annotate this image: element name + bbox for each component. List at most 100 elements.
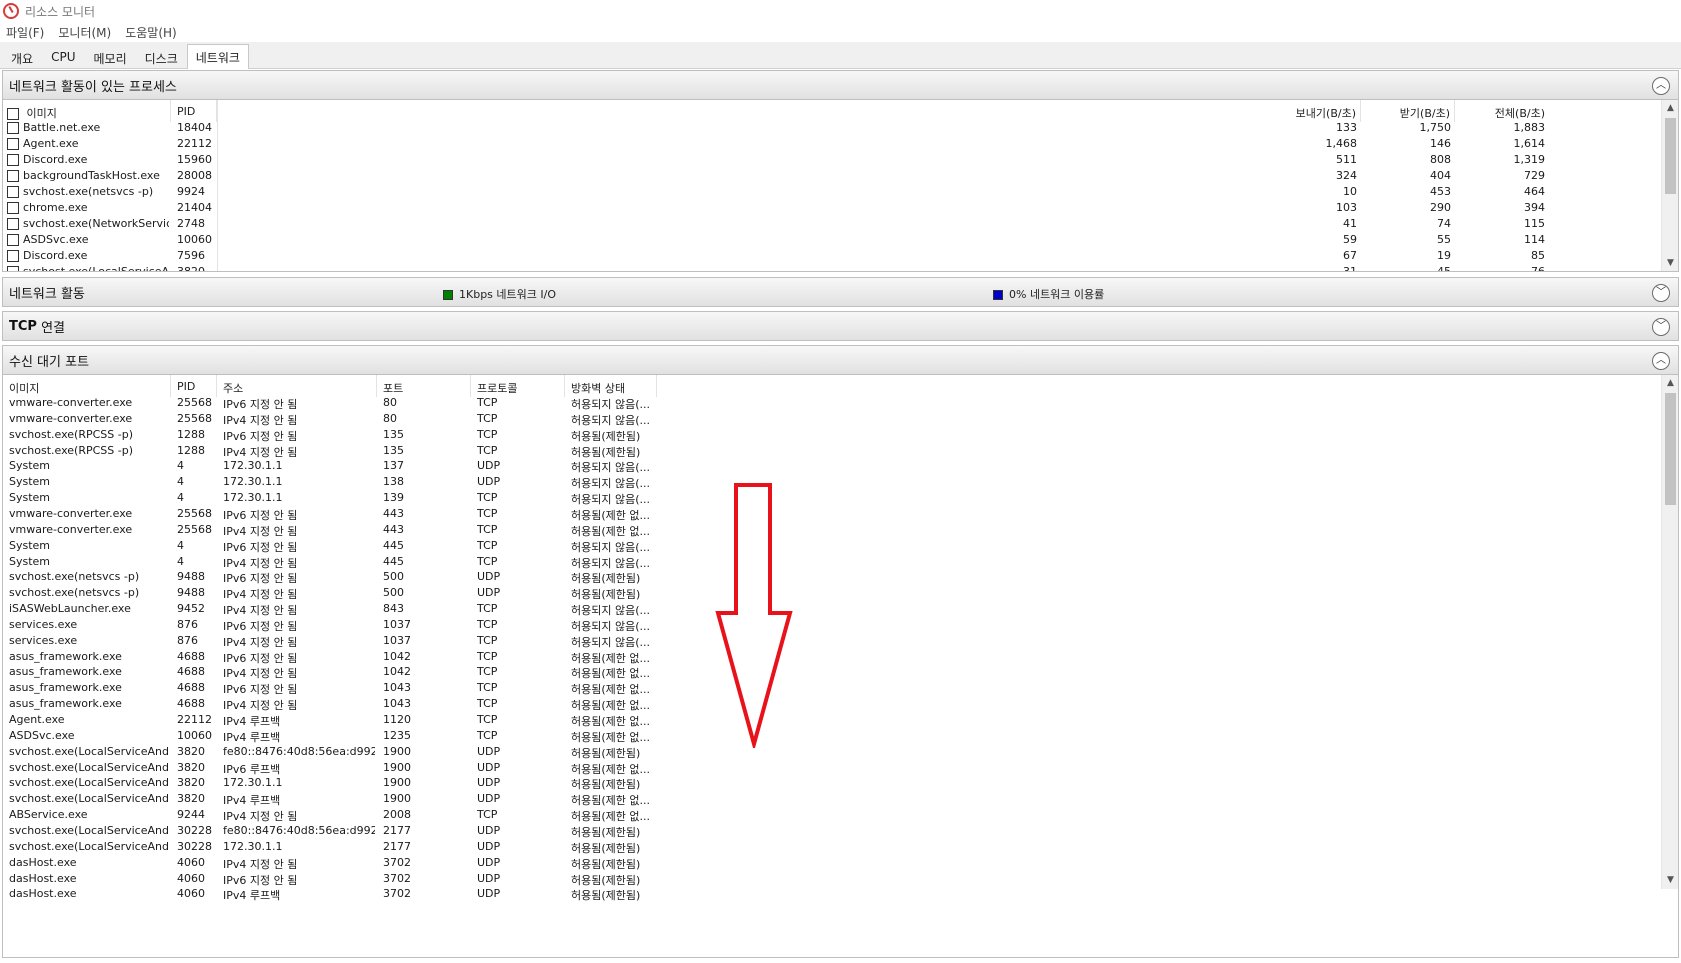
col-receive-header[interactable]: 받기(B/초) [1361, 100, 1455, 122]
table-row[interactable]: svchost.exe(LocalServiceAndNoI... 3820 IPv… [3, 760, 1678, 777]
tab-overview[interactable]: 개요 [2, 45, 42, 68]
table-row[interactable]: chrome.exe 21404 103 290 394 [3, 200, 1678, 217]
col-image-header[interactable]: 이미지 [3, 375, 171, 397]
table-row[interactable]: dasHost.exe 4060 IPv4 루프백 3702 UDP 허용됨(제한됨) [3, 886, 1678, 903]
table-row[interactable]: svchost.exe(LocalServiceAndNoI... 3820 172… [3, 775, 1678, 792]
tab-network[interactable]: 네트워크 [186, 44, 249, 69]
col-send-header[interactable]: 보내기(B/초) [1265, 100, 1361, 122]
col-total-header[interactable]: 전체(B/초) [1455, 100, 1549, 122]
scroll-up-icon[interactable]: ▲ [1662, 375, 1678, 392]
col-image-header[interactable]: 이미지 [3, 100, 171, 122]
scroll-down-icon[interactable]: ▼ [1662, 872, 1678, 889]
table-row[interactable]: svchost.exe(LocalServiceAndNoI... 30228 fe… [3, 823, 1678, 840]
col-pid-header[interactable]: PID [171, 100, 217, 122]
table-row[interactable]: Discord.exe 7596 67 19 85 [3, 248, 1678, 265]
tab-cpu[interactable]: CPU [42, 45, 84, 68]
table-row[interactable]: svchost.exe(LocalServiceAndNoI... 30228 17… [3, 839, 1678, 856]
listen-firewall: 허용됨(제한 없... [571, 794, 650, 808]
table-row[interactable]: dasHost.exe 4060 IPv4 지정 안 됨 3702 UDP 허용됨(제한됨… [3, 855, 1678, 872]
table-row[interactable]: asus_framework.exe 4688 IPv4 지정 안 됨 1043 TCP… [3, 696, 1678, 713]
tab-memory[interactable]: 메모리 [85, 45, 136, 68]
network-activity-section-header[interactable]: 네트워크 활동 1Kbps 네트워크 I/O 0% 네트워크 이용률 ﹀ [2, 277, 1679, 307]
col-firewall-header[interactable]: 방화벽 상태 [565, 375, 657, 397]
select-all-checkbox[interactable] [7, 108, 19, 120]
sort-ascending-icon: ^ [421, 375, 429, 381]
table-row[interactable]: Discord.exe 15960 511 808 1,319 [3, 152, 1678, 169]
listening-ports-section-header[interactable]: 수신 대기 포트 ︿ [2, 345, 1679, 375]
table-row[interactable]: ASDSvc.exe 10060 59 55 114 [3, 232, 1678, 249]
listen-port: 500 [383, 570, 404, 584]
listen-firewall: 허용됨(제한됨) [571, 572, 641, 586]
listening-scrollbar[interactable]: ▲ ▼ [1661, 375, 1678, 889]
table-row[interactable]: iSASWebLauncher.exe 9452 IPv4 지정 안 됨 843 TCP… [3, 601, 1678, 618]
scroll-thumb[interactable] [1665, 118, 1676, 194]
table-row[interactable]: services.exe 876 IPv4 지정 안 됨 1037 TCP 허용되지 않음… [3, 633, 1678, 650]
table-row[interactable]: vmware-converter.exe 25568 IPv6 지정 안 됨 80 TC… [3, 395, 1678, 412]
process-checkbox[interactable] [7, 202, 19, 214]
listen-protocol: UDP [477, 459, 501, 473]
table-row[interactable]: dasHost.exe 4060 IPv6 지정 안 됨 3702 UDP 허용됨(제한됨… [3, 871, 1678, 888]
table-row[interactable]: System 4 172.30.1.1 137 UDP 허용되지 않음(... [3, 458, 1678, 475]
listen-port: 1043 [383, 697, 411, 711]
menu-help[interactable]: 도움말(H) [125, 24, 177, 41]
table-row[interactable]: System 4 IPv6 지정 안 됨 445 TCP 허용되지 않음(... [3, 538, 1678, 555]
table-row[interactable]: svchost.exe(netsvcs -p) 9488 IPv4 지정 안 됨 50… [3, 585, 1678, 602]
scroll-thumb[interactable] [1665, 393, 1676, 505]
listen-port: 1235 [383, 728, 411, 742]
table-row[interactable]: vmware-converter.exe 25568 IPv6 지정 안 됨 443 T… [3, 506, 1678, 523]
process-checkbox[interactable] [7, 218, 19, 230]
table-row[interactable]: ASDSvc.exe 10060 IPv4 루프백 1235 TCP 허용됨(제한 없..… [3, 728, 1678, 745]
table-row[interactable]: svchost.exe(LocalServiceAndN... 3820 31 45 7… [3, 264, 1678, 271]
scroll-up-icon[interactable]: ▲ [1662, 100, 1678, 117]
col-address-header[interactable]: 주소 [217, 375, 377, 397]
scroll-down-icon[interactable]: ▼ [1662, 255, 1678, 271]
process-checkbox[interactable] [7, 250, 19, 262]
processes-scrollbar[interactable]: ▲ ▼ [1661, 100, 1678, 271]
tab-disk[interactable]: 디스크 [136, 45, 187, 68]
menu-file[interactable]: 파일(F) [6, 24, 44, 41]
table-row[interactable]: svchost.exe(NetworkService -... 2748 41 74 1… [3, 216, 1678, 233]
expand-chevron-icon[interactable]: ﹀ [1652, 284, 1670, 302]
listen-address: IPv6 지정 안 됨 [223, 873, 298, 887]
table-row[interactable]: svchost.exe(LocalServiceAndNoI... 3820 fe8… [3, 744, 1678, 761]
processes-section-header[interactable]: 네트워크 활동이 있는 프로세스 ︿ [2, 70, 1679, 100]
table-row[interactable]: Agent.exe 22112 1,468 146 1,614 [3, 136, 1678, 153]
process-checkbox[interactable] [7, 138, 19, 150]
table-row[interactable]: System 4 IPv4 지정 안 됨 445 TCP 허용되지 않음(... [3, 554, 1678, 571]
listen-pid: 1288 [177, 443, 205, 457]
process-image-cell: ASDSvc.exe [7, 233, 169, 246]
table-row[interactable]: Battle.net.exe 18404 133 1,750 1,883 [3, 120, 1678, 137]
col-port-header[interactable]: 포트 ^ [377, 375, 471, 397]
table-row[interactable]: backgroundTaskHost.exe 28008 324 404 729 [3, 168, 1678, 185]
table-row[interactable]: System 4 172.30.1.1 138 UDP 허용되지 않음(... [3, 474, 1678, 491]
table-row[interactable]: services.exe 876 IPv6 지정 안 됨 1037 TCP 허용되지 않음… [3, 617, 1678, 634]
col-protocol-header[interactable]: 프로토콜 [471, 375, 565, 397]
table-row[interactable]: System 4 172.30.1.1 139 TCP 허용되지 않음(... [3, 490, 1678, 507]
table-row[interactable]: svchost.exe(netsvcs -p) 9488 IPv6 지정 안 됨 50… [3, 569, 1678, 586]
col-pid-header[interactable]: PID [171, 375, 217, 397]
process-checkbox[interactable] [7, 266, 19, 271]
tcp-section-header[interactable]: TCP 연결 ﹀ [2, 311, 1679, 341]
table-row[interactable]: asus_framework.exe 4688 IPv6 지정 안 됨 1042 TCP… [3, 649, 1678, 666]
table-row[interactable]: vmware-converter.exe 25568 IPv4 지정 안 됨 443 T… [3, 522, 1678, 539]
table-row[interactable]: asus_framework.exe 4688 IPv4 지정 안 됨 1042 TCP… [3, 664, 1678, 681]
table-row[interactable]: svchost.exe(LocalServiceAndNoI... 3820 IPv… [3, 791, 1678, 808]
table-row[interactable]: ABService.exe 9244 IPv4 지정 안 됨 2008 TCP 허용됨(제… [3, 807, 1678, 824]
process-checkbox[interactable] [7, 186, 19, 198]
process-checkbox[interactable] [7, 154, 19, 166]
process-checkbox[interactable] [7, 122, 19, 134]
table-row[interactable]: svchost.exe(netsvcs -p) 9924 10 453 464 [3, 184, 1678, 201]
red-down-arrow-icon [715, 483, 793, 748]
expand-chevron-icon[interactable]: ﹀ [1652, 318, 1670, 336]
collapse-chevron-icon[interactable]: ︿ [1652, 352, 1670, 370]
process-checkbox[interactable] [7, 170, 19, 182]
process-checkbox[interactable] [7, 234, 19, 246]
tcp-title-bold: TCP [9, 318, 37, 334]
table-row[interactable]: vmware-converter.exe 25568 IPv4 지정 안 됨 80 TC… [3, 411, 1678, 428]
menu-monitor[interactable]: 모니터(M) [58, 24, 111, 41]
table-row[interactable]: svchost.exe(RPCSS -p) 1288 IPv6 지정 안 됨 135 T… [3, 427, 1678, 444]
table-row[interactable]: asus_framework.exe 4688 IPv6 지정 안 됨 1043 TCP… [3, 680, 1678, 697]
table-row[interactable]: Agent.exe 22112 IPv4 루프백 1120 TCP 허용됨(제한 없... [3, 712, 1678, 729]
table-row[interactable]: svchost.exe(RPCSS -p) 1288 IPv4 지정 안 됨 135 T… [3, 443, 1678, 460]
collapse-chevron-icon[interactable]: ︿ [1652, 77, 1670, 95]
